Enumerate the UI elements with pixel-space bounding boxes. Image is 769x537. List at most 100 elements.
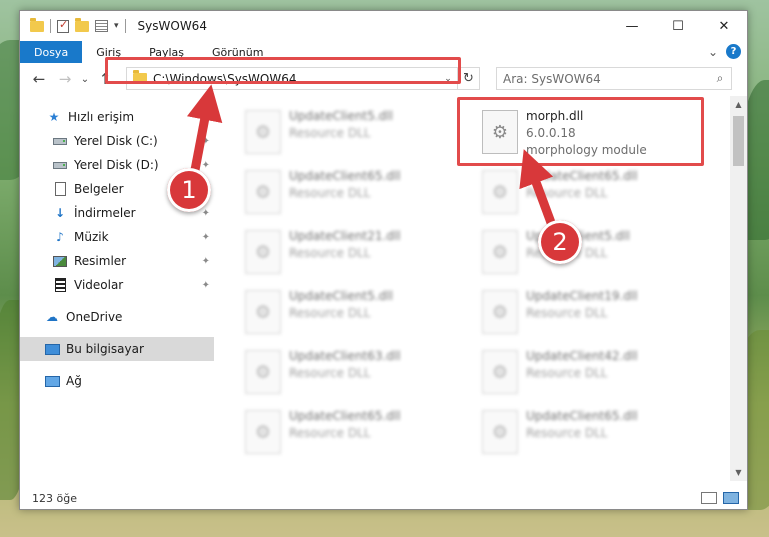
file-name: UpdateClient5.dll (289, 289, 393, 303)
file-item[interactable]: ⚙ UpdateClient63.dll Resource DLL (245, 348, 477, 398)
sidebar-item-quick-access[interactable]: ★ Hızlı erişim (20, 105, 214, 129)
sidebar-item-videos[interactable]: Videolar ✦ (20, 273, 214, 297)
download-icon: ↓ (54, 206, 66, 220)
file-item[interactable]: ⚙ UpdateClient65.dll Resource DLL (482, 168, 714, 218)
pin-icon[interactable]: ✦ (202, 256, 210, 267)
pin-icon[interactable]: ✦ (202, 280, 210, 291)
file-type: Resource DLL (526, 426, 608, 440)
search-input[interactable] (503, 71, 693, 86)
star-icon: ★ (48, 110, 60, 124)
file-name: UpdateClient5.dll (526, 229, 630, 243)
sidebar-item-label: Yerel Disk (C:) (74, 134, 158, 148)
file-item[interactable]: ⚙ UpdateClient5.dll Resource DLL (482, 228, 714, 278)
tab-giris[interactable]: Giriş (82, 41, 135, 63)
sidebar-item-this-pc[interactable]: Bu bilgisayar (20, 337, 214, 361)
file-item[interactable]: ⚙ UpdateClient65.dll Resource DLL (482, 408, 714, 458)
refresh-button[interactable]: ↻ (457, 68, 479, 89)
sidebar-item-label: Videolar (74, 278, 124, 292)
pin-icon[interactable]: ✦ (202, 160, 210, 171)
address-bar[interactable]: C:\Windows\SysWOW64 ⌄ ↻ (126, 67, 480, 90)
tab-dosya[interactable]: Dosya (20, 41, 83, 63)
file-description: morphology module (526, 143, 647, 157)
forward-button[interactable]: → (52, 70, 78, 88)
file-item[interactable]: ⚙ UpdateClient42.dll Resource DLL (482, 348, 714, 398)
sidebar-item-pictures[interactable]: Resimler ✦ (20, 249, 214, 273)
close-button[interactable]: ✕ (701, 11, 747, 41)
navigation-bar: ← → ⌄ ↑ C:\Windows\SysWOW64 ⌄ ↻ ⌕ (20, 63, 747, 95)
file-name: morph.dll (526, 109, 584, 123)
tab-gorunum[interactable]: Görünüm (198, 41, 277, 63)
scroll-up-icon[interactable]: ▲ (730, 96, 747, 113)
sidebar-item-label: Belgeler (74, 182, 124, 196)
file-item[interactable]: ⚙ UpdateClient19.dll Resource DLL (482, 288, 714, 338)
explorer-window: ▾ SysWOW64 — ☐ ✕ Dosya Giriş Paylaş Görü… (19, 10, 748, 510)
sidebar-item-network[interactable]: Ağ (20, 369, 214, 393)
pin-icon[interactable]: ✦ (202, 232, 210, 243)
dll-file-icon: ⚙ (245, 170, 281, 214)
sidebar-item-local-disk-c[interactable]: Yerel Disk (C:) ✦ (20, 129, 214, 153)
sidebar-item-label: Resimler (74, 254, 127, 268)
sidebar-item-local-disk-d[interactable]: Yerel Disk (D:) ✦ (20, 153, 214, 177)
sidebar-item-label: Ağ (66, 374, 82, 388)
maximize-button[interactable]: ☐ (655, 11, 701, 41)
scrollbar-thumb[interactable] (733, 116, 744, 166)
details-view-icon[interactable] (701, 492, 717, 504)
file-name: UpdateClient42.dll (526, 349, 638, 363)
file-type: Resource DLL (526, 186, 608, 200)
large-icons-view-icon[interactable] (723, 492, 739, 504)
navigation-pane: ★ Hızlı erişim Yerel Disk (C:) ✦ Yerel D… (20, 96, 214, 481)
file-type: Resource DLL (526, 366, 608, 380)
sidebar-item-label: Yerel Disk (D:) (74, 158, 159, 172)
file-name: UpdateClient65.dll (289, 409, 401, 423)
toolbar-separator (124, 19, 126, 33)
search-box[interactable]: ⌕ (496, 67, 732, 90)
file-item[interactable]: ⚙ UpdateClient65.dll Resource DLL (245, 408, 477, 458)
tab-paylas[interactable]: Paylaş (135, 41, 198, 63)
file-item-morph-dll[interactable]: ⚙ morph.dll 6.0.0.18 morphology module (482, 108, 714, 158)
address-path[interactable]: C:\Windows\SysWOW64 (153, 72, 439, 86)
pin-icon[interactable]: ✦ (202, 184, 210, 195)
recent-locations-button[interactable]: ⌄ (78, 74, 92, 85)
minimize-button[interactable]: — (609, 11, 655, 41)
search-icon[interactable]: ⌕ (709, 71, 731, 86)
pictures-icon (52, 254, 68, 268)
customize-toolbar-icon[interactable] (95, 20, 108, 32)
sidebar-item-onedrive[interactable]: ☁ OneDrive (20, 305, 214, 329)
file-version: 6.0.0.18 (526, 126, 576, 140)
file-name: UpdateClient5.dll (289, 109, 393, 123)
cloud-icon: ☁ (46, 310, 58, 324)
file-type: Resource DLL (289, 306, 371, 320)
file-type: Resource DLL (526, 246, 608, 260)
toolbar-separator (50, 19, 51, 33)
file-item[interactable]: ⚙ UpdateClient21.dll Resource DLL (245, 228, 477, 278)
back-button[interactable]: ← (26, 70, 52, 88)
help-icon[interactable]: ? (726, 44, 741, 59)
dll-file-icon: ⚙ (482, 350, 518, 394)
computer-icon (44, 342, 60, 356)
sidebar-item-label: İndirmeler (74, 206, 136, 220)
file-item[interactable]: ⚙ UpdateClient5.dll Resource DLL (245, 288, 477, 338)
sidebar-item-music[interactable]: ♪ Müzik ✦ (20, 225, 214, 249)
dll-file-icon: ⚙ (245, 230, 281, 274)
new-folder-icon[interactable] (75, 17, 89, 32)
sidebar-item-documents[interactable]: Belgeler ✦ (20, 177, 214, 201)
view-switcher (701, 492, 739, 504)
pin-icon[interactable]: ✦ (202, 136, 210, 147)
sidebar-item-label: Hızlı erişim (68, 110, 135, 124)
sidebar-item-downloads[interactable]: ↓ İndirmeler ✦ (20, 201, 214, 225)
up-button[interactable]: ↑ (92, 70, 118, 88)
file-item[interactable]: ⚙ UpdateClient65.dll Resource DLL (245, 168, 477, 218)
toolbar-dropdown-icon[interactable]: ▾ (114, 21, 119, 31)
file-name: UpdateClient21.dll (289, 229, 401, 243)
expand-ribbon-icon[interactable]: ⌄ (708, 45, 718, 59)
file-type: Resource DLL (289, 426, 371, 440)
dll-file-icon: ⚙ (245, 410, 281, 454)
file-item[interactable]: ⚙ UpdateClient5.dll Resource DLL (245, 108, 477, 158)
ribbon-tabs: Dosya Giriş Paylaş Görünüm ⌄ ? (20, 41, 747, 63)
address-dropdown-icon[interactable]: ⌄ (439, 74, 457, 84)
vertical-scrollbar[interactable]: ▲ ▼ (730, 96, 747, 481)
properties-check-icon[interactable] (57, 18, 69, 33)
scroll-down-icon[interactable]: ▼ (730, 464, 747, 481)
videos-icon (52, 278, 68, 292)
pin-icon[interactable]: ✦ (202, 208, 210, 219)
